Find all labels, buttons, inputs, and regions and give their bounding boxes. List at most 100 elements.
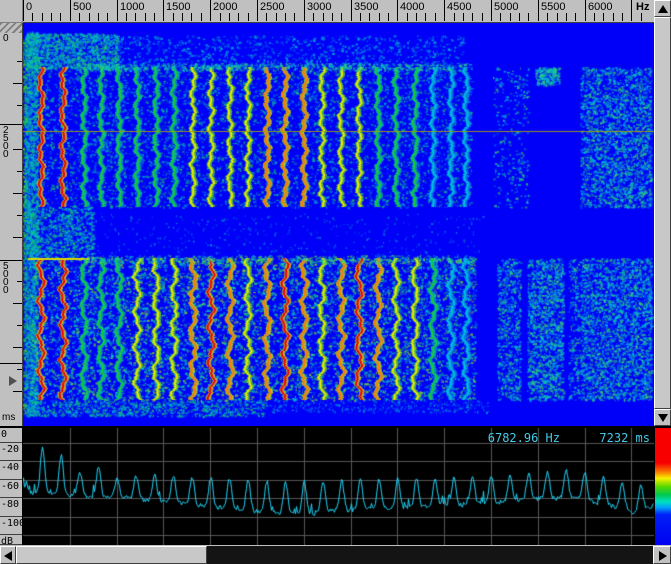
freq-minor-tick bbox=[79, 13, 80, 21]
scroll-right-button[interactable] bbox=[653, 546, 671, 564]
horizontal-scrollbar-thumb[interactable] bbox=[16, 546, 207, 564]
time-tick-label: 2 5 0 0 bbox=[3, 127, 9, 159]
freq-minor-tick bbox=[51, 13, 52, 21]
freq-minor-tick bbox=[360, 13, 361, 21]
freq-minor-tick bbox=[341, 13, 342, 21]
frequency-ruler: Hz 0500100015002000250030003500400045005… bbox=[23, 0, 654, 23]
time-minor-tick bbox=[17, 61, 22, 62]
db-scale-cell: -80 bbox=[0, 498, 22, 517]
time-minor-tick bbox=[13, 391, 22, 392]
freq-tick-label: 3500 bbox=[354, 1, 378, 13]
time-ruler: ms 02 5 0 05 0 0 0 bbox=[0, 23, 23, 426]
time-minor-tick bbox=[17, 171, 22, 172]
scroll-down-button[interactable] bbox=[654, 409, 671, 426]
freq-minor-tick bbox=[622, 13, 623, 21]
freq-major-tick bbox=[117, 0, 118, 21]
freq-minor-tick bbox=[519, 13, 520, 21]
db-tick-label: -20 bbox=[1, 444, 19, 455]
time-position-marker[interactable] bbox=[9, 376, 17, 386]
freq-minor-tick bbox=[454, 13, 455, 21]
freq-major-tick bbox=[585, 0, 586, 21]
freq-tick-label: 1500 bbox=[166, 1, 190, 13]
scroll-left-button[interactable] bbox=[0, 546, 16, 564]
freq-minor-tick bbox=[613, 13, 614, 21]
time-minor-tick bbox=[17, 369, 22, 370]
freq-minor-tick bbox=[472, 13, 473, 21]
freq-minor-tick bbox=[566, 13, 567, 21]
freq-major-tick bbox=[351, 0, 352, 21]
freq-minor-tick bbox=[575, 13, 576, 21]
db-tick-label: -100 bbox=[1, 518, 25, 529]
time-minor-tick bbox=[13, 193, 22, 194]
freq-tick-label: 6000 bbox=[588, 1, 612, 13]
freq-minor-tick bbox=[463, 13, 464, 21]
horizontal-scrollbar[interactable] bbox=[0, 546, 671, 564]
freq-minor-tick bbox=[547, 13, 548, 21]
time-minor-tick bbox=[13, 303, 22, 304]
freq-tick-label: 3000 bbox=[307, 1, 331, 13]
freq-minor-tick bbox=[248, 13, 249, 21]
freq-minor-tick bbox=[313, 13, 314, 21]
freq-minor-tick bbox=[528, 13, 529, 21]
spectrogram-canvas[interactable] bbox=[23, 23, 654, 426]
freq-major-tick bbox=[397, 0, 398, 21]
vertical-scrollbar[interactable] bbox=[654, 0, 671, 426]
freq-minor-tick bbox=[425, 13, 426, 21]
freq-tick-label: 500 bbox=[73, 1, 91, 13]
db-tick-label: -40 bbox=[1, 462, 19, 473]
freq-tick-label: 0 bbox=[26, 1, 32, 13]
freq-minor-tick bbox=[435, 13, 436, 21]
freq-minor-tick bbox=[641, 13, 642, 21]
time-minor-tick bbox=[13, 83, 22, 84]
freq-minor-tick bbox=[32, 13, 33, 21]
freq-major-tick bbox=[163, 0, 164, 21]
freq-minor-tick bbox=[238, 13, 239, 21]
ruler-corner bbox=[0, 0, 23, 23]
db-tick-label: -60 bbox=[1, 481, 19, 492]
freq-minor-tick bbox=[332, 13, 333, 21]
time-major-tick bbox=[0, 363, 22, 364]
freq-major-tick bbox=[257, 0, 258, 21]
freq-tick-label: 1000 bbox=[120, 1, 144, 13]
vertical-scrollbar-thumb[interactable] bbox=[654, 17, 671, 409]
freq-major-tick bbox=[70, 0, 71, 21]
db-scale-cell: 0 bbox=[0, 428, 22, 443]
ruler-hatch bbox=[0, 23, 22, 33]
freq-major-tick bbox=[491, 0, 492, 21]
arrow-up-icon bbox=[658, 5, 668, 13]
freq-minor-tick bbox=[323, 13, 324, 21]
freq-major-tick bbox=[631, 0, 632, 21]
db-scale-cell: -60 bbox=[0, 480, 22, 498]
time-minor-tick bbox=[13, 347, 22, 348]
freq-minor-tick bbox=[145, 13, 146, 21]
freq-tick-label: 5000 bbox=[494, 1, 518, 13]
arrow-left-icon bbox=[4, 551, 12, 561]
time-tick-label: 5 0 0 0 bbox=[3, 263, 9, 295]
arrow-right-icon bbox=[659, 551, 667, 561]
freq-minor-tick bbox=[191, 13, 192, 21]
freq-major-tick bbox=[304, 0, 305, 21]
freq-minor-tick bbox=[126, 13, 127, 21]
spectrum-canvas[interactable] bbox=[23, 428, 654, 545]
db-scale-cell: -100 bbox=[0, 517, 22, 535]
freq-minor-tick bbox=[416, 13, 417, 21]
freq-major-tick bbox=[538, 0, 539, 21]
intensity-colorbar bbox=[654, 428, 671, 545]
freq-minor-tick bbox=[407, 13, 408, 21]
freq-minor-tick bbox=[294, 13, 295, 21]
freq-major-tick bbox=[210, 0, 211, 21]
freq-minor-tick bbox=[557, 13, 558, 21]
db-scale: 0-20-40-60-80-100dB bbox=[0, 428, 23, 545]
db-scale-cell: -40 bbox=[0, 461, 22, 480]
freq-minor-tick bbox=[98, 13, 99, 21]
scroll-up-button[interactable] bbox=[654, 0, 671, 17]
spectrogram-app: Hz 0500100015002000250030003500400045005… bbox=[0, 0, 671, 564]
db-tick-label: 0 bbox=[1, 429, 7, 440]
freq-tick-label: 4000 bbox=[400, 1, 424, 13]
freq-minor-tick bbox=[369, 13, 370, 21]
freq-minor-tick bbox=[482, 13, 483, 21]
time-minor-tick bbox=[17, 281, 22, 282]
freq-minor-tick bbox=[89, 13, 90, 21]
freq-tick-label: 4500 bbox=[447, 1, 471, 13]
freq-unit-label: Hz bbox=[636, 1, 649, 13]
